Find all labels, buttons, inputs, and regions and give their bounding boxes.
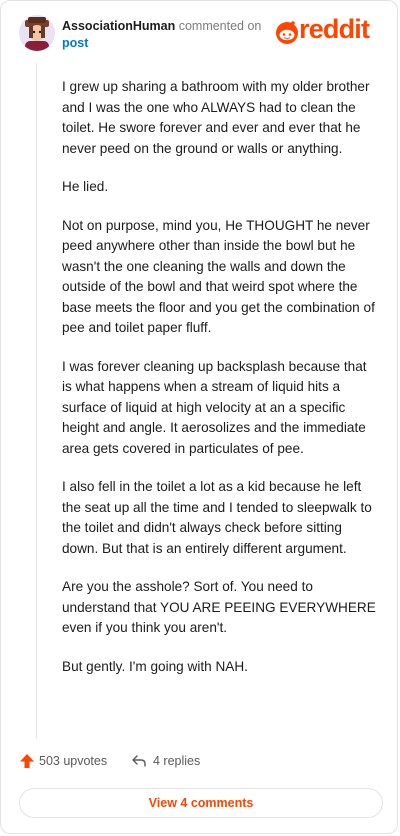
reddit-snoo-icon: [276, 21, 298, 44]
replies-button[interactable]: 4 replies: [131, 753, 200, 769]
comment-paragraph: I also fell in the toilet a lot as a kid…: [62, 479, 372, 556]
reddit-wordmark: reddit: [299, 14, 370, 44]
comment-paragraph: He lied.: [62, 179, 109, 194]
comment-footer: 503 upvotes 4 replies: [19, 753, 379, 775]
comment-paragraph: But gently. I'm going with NAH.: [62, 658, 248, 674]
thread-line: [36, 63, 37, 739]
comment-meta: AssociationHuman commented on post: [62, 18, 261, 52]
comment-action-text: commented on: [178, 19, 262, 33]
comment-header: AssociationHuman commented on post reddi…: [19, 14, 381, 55]
post-link[interactable]: post: [62, 35, 261, 52]
comment-paragraph: I was forever cleaning up backsplash bec…: [62, 358, 367, 456]
avatar[interactable]: [19, 15, 55, 51]
upvote-button[interactable]: 503 upvotes: [19, 753, 107, 769]
reply-count: 4 replies: [153, 754, 201, 768]
upvote-arrow-icon: [20, 754, 34, 768]
comment-body: I grew up sharing a bathroom with my old…: [62, 77, 378, 695]
upvote-count: 503 upvotes: [39, 754, 108, 768]
comment-paragraph: I grew up sharing a bathroom with my old…: [62, 79, 370, 156]
comment-paragraph: Not on purpose, mind you, He THOUGHT he …: [62, 217, 375, 336]
username[interactable]: AssociationHuman: [62, 19, 175, 33]
reddit-logo: reddit: [275, 14, 381, 47]
view-comments-button[interactable]: View 4 comments: [19, 788, 383, 818]
avatar-icon: [19, 15, 55, 51]
comment-paragraph: Are you the asshole? Sort of. You need t…: [62, 579, 376, 635]
reply-arrow-icon: [132, 755, 146, 767]
comment-card: AssociationHuman commented on post reddi…: [0, 0, 398, 834]
